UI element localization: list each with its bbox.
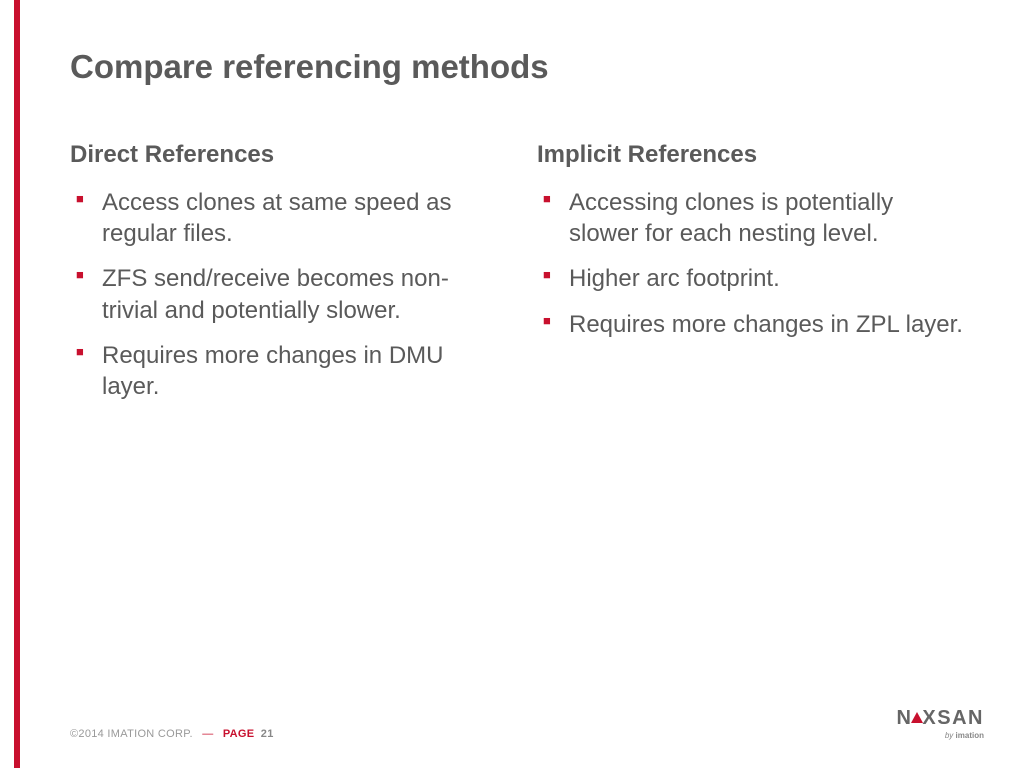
list-item: Requires more changes in DMU layer. <box>70 340 497 402</box>
left-list: Access clones at same speed as regular f… <box>70 187 497 402</box>
slide-title: Compare referencing methods <box>70 48 964 86</box>
page-number: 21 <box>261 728 274 740</box>
footer: ©2014 IMATION CORP. — PAGE 21 N XSAN by i… <box>70 707 984 740</box>
page-label: PAGE <box>223 728 255 740</box>
right-list: Accessing clones is potentially slower f… <box>537 187 964 340</box>
byline-by: by <box>945 731 953 740</box>
nexsan-logo: N XSAN by imation <box>896 707 984 740</box>
list-item: Requires more changes in ZPL layer. <box>537 309 964 340</box>
list-item: Higher arc footprint. <box>537 263 964 294</box>
footer-left: ©2014 IMATION CORP. — PAGE 21 <box>70 728 274 740</box>
logo-byline: by imation <box>945 731 984 740</box>
logo-main: N XSAN <box>896 707 984 730</box>
logo-prefix: N <box>896 707 912 729</box>
logo-suffix: XSAN <box>922 707 984 729</box>
list-item: ZFS send/receive becomes non-trivial and… <box>70 263 497 325</box>
accent-bar <box>14 0 20 768</box>
left-column: Direct References Access clones at same … <box>70 141 497 416</box>
triangle-icon <box>911 712 923 723</box>
columns-container: Direct References Access clones at same … <box>70 141 964 416</box>
slide-content: Compare referencing methods Direct Refer… <box>0 0 1024 416</box>
list-item: Access clones at same speed as regular f… <box>70 187 497 249</box>
left-heading: Direct References <box>70 141 497 169</box>
right-heading: Implicit References <box>537 141 964 169</box>
dash-separator: — <box>202 728 213 740</box>
right-column: Implicit References Accessing clones is … <box>537 141 964 416</box>
byline-brand: imation <box>956 731 984 740</box>
list-item: Accessing clones is potentially slower f… <box>537 187 964 249</box>
copyright-text: ©2014 IMATION CORP. <box>70 728 193 740</box>
